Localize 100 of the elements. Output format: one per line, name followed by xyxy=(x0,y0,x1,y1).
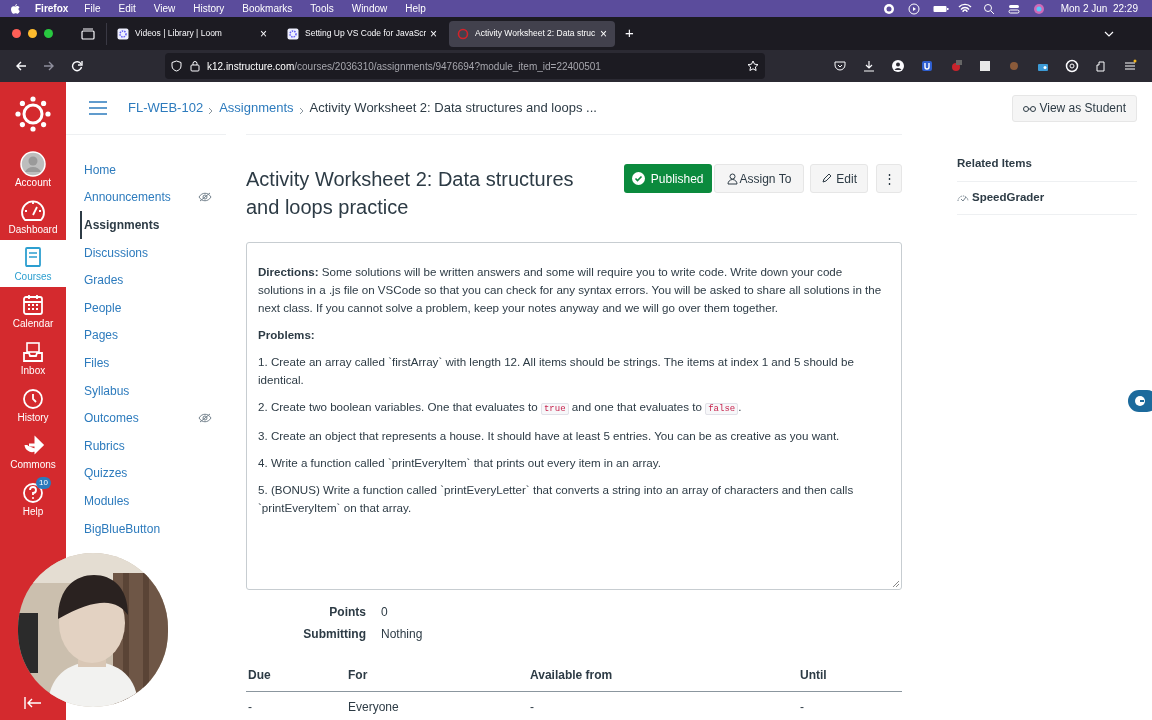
extension-icon[interactable] xyxy=(1065,59,1079,73)
close-tab-button[interactable]: × xyxy=(430,24,437,43)
menu-icon[interactable] xyxy=(88,101,108,115)
pencil-icon xyxy=(821,173,833,184)
related-items-heading: Related Items xyxy=(957,155,1137,183)
wifi-icon[interactable] xyxy=(957,2,974,15)
column-header: Due xyxy=(248,667,272,684)
column-header: Until xyxy=(800,667,828,684)
nav-item[interactable]: Calendar xyxy=(0,287,66,334)
edit-button[interactable]: Edit xyxy=(810,164,868,193)
breadcrumb-link[interactable]: Assignments xyxy=(219,98,294,118)
problem-text: 1. Create an array called `firstArray` with length 12. All items should be strings. The items at index 1 and 5 should be identical. xyxy=(258,354,855,388)
reload-icon[interactable] xyxy=(71,60,83,72)
tab-favicon-icon xyxy=(117,27,129,40)
table-cell-text: - xyxy=(530,699,535,716)
menu-item[interactable]: File xyxy=(84,1,101,16)
menu-icon[interactable] xyxy=(1123,59,1137,73)
detail-value: Nothing xyxy=(381,626,423,642)
apple-icon[interactable] xyxy=(10,2,20,15)
menu-item[interactable]: Window xyxy=(351,1,388,16)
course-nav-link[interactable]: Announcements xyxy=(84,188,171,207)
account-icon[interactable] xyxy=(891,59,905,73)
detail-label: Points xyxy=(328,604,366,620)
course-nav-link[interactable]: Rubrics xyxy=(84,436,125,455)
shield-icon xyxy=(171,60,182,72)
course-nav-link[interactable]: Grades xyxy=(84,271,124,290)
menu-item[interactable]: Tools xyxy=(310,1,334,16)
table-cell-text: Everyone xyxy=(348,699,400,716)
more-options-button[interactable]: ⋮ xyxy=(876,164,902,193)
resize-handle-icon[interactable] xyxy=(892,580,900,588)
menu-item[interactable]: History xyxy=(193,1,225,16)
person-icon xyxy=(726,172,738,185)
chevron-icon xyxy=(298,106,305,115)
app-menu[interactable]: Firefox xyxy=(35,1,69,16)
nav-item[interactable]: Commons xyxy=(0,428,66,475)
tab-favicon-icon xyxy=(457,27,469,40)
menu-item[interactable]: View xyxy=(153,1,176,16)
detail-value: 0 xyxy=(381,604,388,620)
chevron-icon xyxy=(208,106,215,115)
download-icon[interactable] xyxy=(862,59,876,73)
menu-item[interactable]: Help xyxy=(405,1,426,16)
problems-heading: Problems: xyxy=(258,327,316,343)
canvas-logo-icon[interactable] xyxy=(15,96,51,132)
tab-favicon-icon xyxy=(287,27,299,40)
extension-icon[interactable] xyxy=(978,59,992,73)
browser-tab[interactable]: Videos | Library | Loom × xyxy=(109,20,275,47)
nav-item[interactable]: Help 10 xyxy=(0,475,66,522)
nav-item[interactable]: Account xyxy=(0,146,66,193)
column-header: For xyxy=(348,667,369,684)
problem-text: 4. Write a function called `printEveryItem` that prints out every item in an array. xyxy=(258,455,662,471)
course-nav-link[interactable]: BigBlueButton xyxy=(84,519,161,538)
notification-badge: 10 xyxy=(36,477,51,489)
nav-item[interactable]: Dashboard xyxy=(0,193,66,240)
course-nav-link[interactable]: Pages xyxy=(84,326,119,345)
tab-overflow-icon[interactable] xyxy=(1104,30,1114,37)
nav-item[interactable]: Inbox xyxy=(0,334,66,381)
course-nav-link[interactable]: Discussions xyxy=(84,243,149,262)
avatar-icon xyxy=(20,150,46,177)
menu-item[interactable]: Edit xyxy=(118,1,136,16)
course-nav-link[interactable]: Assignments xyxy=(84,216,160,234)
course-nav-link[interactable]: Syllabus xyxy=(84,381,130,400)
close-tab-button[interactable]: × xyxy=(600,24,607,43)
breadcrumb-link[interactable]: FL-WEB-102 xyxy=(128,98,204,118)
extension-icon[interactable] xyxy=(920,59,934,73)
forward-icon[interactable] xyxy=(43,60,55,72)
related-item-link[interactable]: SpeedGrader xyxy=(957,182,1137,215)
problem-text: 3. Create an object that represents a house. It should have at least 5 entries. You can be as creative as you want. xyxy=(258,428,841,444)
menu-item[interactable]: Bookmarks xyxy=(242,1,293,16)
speedgrader-icon xyxy=(957,192,969,203)
course-nav-link[interactable]: Home xyxy=(84,160,116,179)
view-as-student-button[interactable]: View as Student xyxy=(1012,94,1137,122)
assignment-title: Activity Worksheet 2: Data structures and loops practice xyxy=(246,167,575,220)
address-bar[interactable]: k12.instructure.com/courses/2036310/assignments/9476694?module_item_id=22400501 xyxy=(165,53,765,79)
chat-icon[interactable] xyxy=(1128,390,1152,412)
bookmark-star-icon[interactable] xyxy=(747,60,759,72)
tab-list-icon[interactable] xyxy=(81,27,95,40)
breadcrumb-current: Activity Worksheet 2: Data structures and loops ... xyxy=(309,99,597,118)
table-cell-text: - xyxy=(800,699,805,716)
directions-paragraph: Directions: Some solutions will be written answers and some will require you to write code. Write down your code solutions in a .js file on VSCode so that you can check for any syntax errors. You will be asked to share all solutions in the next class. If you cannot solve a problem, keep your notes anyway and we will go over them together. xyxy=(258,264,883,316)
pocket-icon[interactable] xyxy=(833,59,847,73)
nav-item[interactable]: History xyxy=(0,381,66,428)
course-nav-link[interactable]: Files xyxy=(84,353,110,372)
course-nav-link[interactable]: People xyxy=(84,298,122,317)
clock[interactable]: Mon 2 Jun 22:29 xyxy=(1060,1,1138,16)
collapse-icon[interactable] xyxy=(23,696,43,710)
browser-tab[interactable]: Activity Worksheet 2: Data struc × xyxy=(449,20,615,47)
extension-icon[interactable] xyxy=(1094,59,1108,73)
column-header: Available from xyxy=(530,667,614,684)
url-text: k12.instructure.com/courses/2036310/assignments/9476694?module_item_id=22400501 xyxy=(207,59,601,74)
close-tab-button[interactable]: × xyxy=(260,24,267,43)
course-nav-link[interactable]: Modules xyxy=(84,491,130,510)
assign-to-button[interactable]: Assign To xyxy=(713,164,805,193)
published-button[interactable]: Published xyxy=(623,164,712,193)
back-icon[interactable] xyxy=(15,60,27,72)
course-nav-link[interactable]: Outcomes xyxy=(84,409,139,428)
detail-label: Submitting xyxy=(302,626,366,642)
check-circle-icon xyxy=(631,172,645,185)
new-tab-button[interactable]: + xyxy=(625,22,634,45)
course-nav-link[interactable]: Quizzes xyxy=(84,464,128,483)
browser-tab[interactable]: Setting Up VS Code for JavaScr × xyxy=(279,20,445,47)
